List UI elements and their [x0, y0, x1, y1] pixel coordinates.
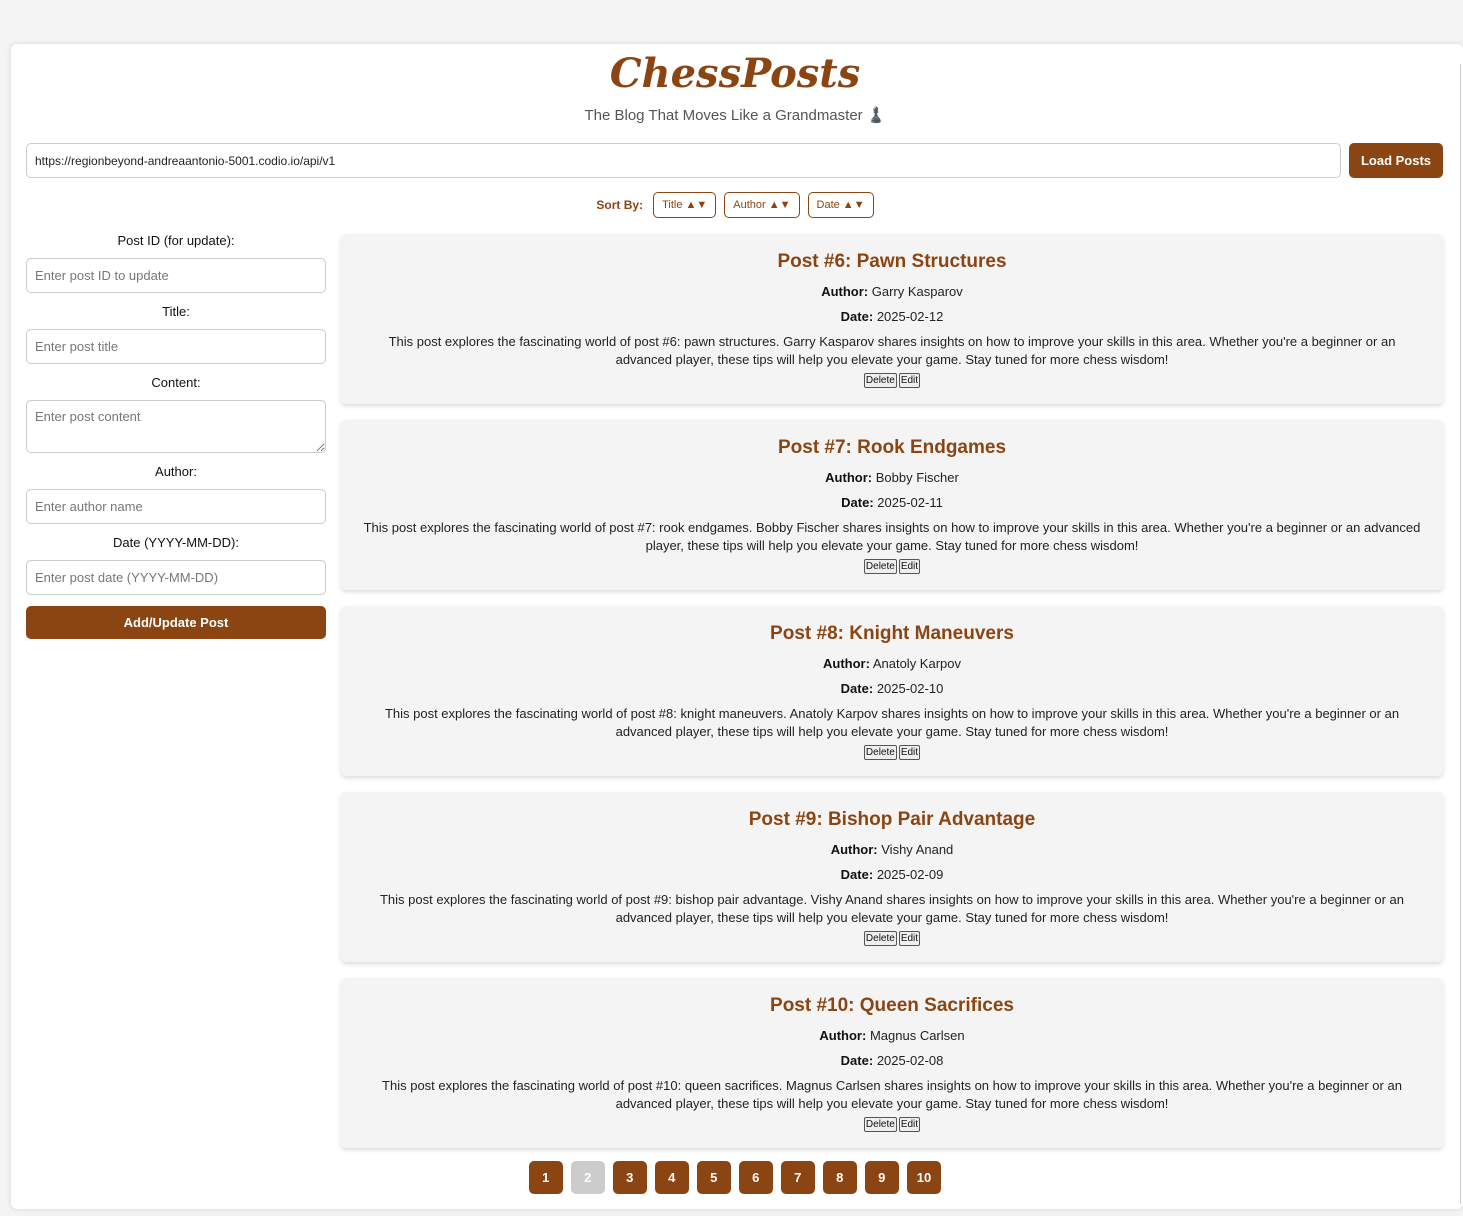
title-label: Title:	[162, 304, 190, 319]
delete-button[interactable]: Delete	[863, 1117, 897, 1132]
author-field-label: Author:	[821, 284, 869, 299]
post-author-value: Bobby Fischer	[875, 470, 959, 485]
post-date: Date: 2025-02-12	[341, 307, 1443, 326]
date-label: Date (YYYY-MM-DD):	[113, 535, 239, 550]
date-field-label: Date:	[841, 495, 874, 510]
author-input[interactable]	[26, 489, 326, 524]
post-date: Date: 2025-02-10	[341, 679, 1443, 698]
author-field-label: Author:	[825, 470, 873, 485]
edit-button[interactable]: Edit	[898, 745, 921, 760]
post-content: This post explores the fascinating world…	[382, 1078, 1402, 1111]
post-card: Post #7: Rook Endgames Author: Bobby Fis…	[341, 420, 1443, 590]
sort-title-button[interactable]: Title ▲▼	[653, 192, 717, 218]
post-author: Author: Bobby Fischer	[341, 468, 1443, 487]
post-form: Post ID (for update): Title: Content: Au…	[26, 232, 326, 639]
post-date: Date: 2025-02-09	[341, 865, 1443, 884]
edit-button[interactable]: Edit	[898, 1117, 921, 1132]
post-author-value: Vishy Anand	[881, 842, 954, 857]
scrollbar-track[interactable]	[1460, 64, 1461, 1204]
post-author-value: Magnus Carlsen	[869, 1028, 965, 1043]
page-button-6[interactable]: 6	[738, 1161, 773, 1194]
post-author-value: Garry Kasparov	[871, 284, 963, 299]
page-button-1[interactable]: 1	[528, 1161, 563, 1194]
date-field-label: Date:	[840, 1053, 874, 1068]
author-field-label: Author:	[830, 842, 878, 857]
post-date-value: 2025-02-08	[876, 1053, 944, 1068]
add-update-post-button[interactable]: Add/Update Post	[26, 606, 326, 639]
page-button-10[interactable]: 10	[906, 1161, 942, 1194]
content-label: Content:	[151, 375, 201, 390]
page-button-3[interactable]: 3	[612, 1161, 647, 1194]
post-actions: Delete Edit	[341, 556, 1443, 574]
edit-button[interactable]: Edit	[898, 931, 921, 946]
date-field-label: Date:	[840, 681, 874, 696]
edit-button[interactable]: Edit	[898, 559, 921, 574]
pagination: 1 2 3 4 5 6 7 8 9 10	[11, 1161, 1459, 1194]
post-date-value: 2025-02-10	[876, 681, 944, 696]
post-actions: Delete Edit	[341, 742, 1443, 760]
page-button-9[interactable]: 9	[864, 1161, 899, 1194]
post-title: Post #6: Pawn Structures	[777, 251, 1007, 272]
post-actions: Delete Edit	[341, 370, 1443, 388]
page-button-2-current[interactable]: 2	[570, 1161, 605, 1194]
post-content: This post explores the fascinating world…	[379, 892, 1405, 925]
sort-bar: Sort By: Title ▲▼ Author ▲▼ Date ▲▼	[11, 192, 1459, 218]
post-date: Date: 2025-02-08	[341, 1051, 1443, 1070]
site-title: ChessPosts	[609, 50, 861, 97]
post-actions: Delete Edit	[341, 928, 1443, 946]
sort-date-button[interactable]: Date ▲▼	[807, 192, 874, 218]
post-content: This post explores the fascinating world…	[363, 520, 1421, 553]
post-list: Post #6: Pawn Structures Author: Garry K…	[341, 234, 1443, 1164]
date-input[interactable]	[26, 560, 326, 595]
post-title: Post #10: Queen Sacrifices	[770, 995, 1014, 1016]
post-date-value: 2025-02-12	[876, 309, 944, 324]
author-label: Author:	[155, 464, 197, 479]
post-id-label: Post ID (for update):	[117, 233, 235, 248]
post-title: Post #7: Rook Endgames	[777, 437, 1007, 458]
site-subtitle: The Blog That Moves Like a Grandmaster ♟…	[584, 107, 886, 124]
delete-button[interactable]: Delete	[863, 745, 897, 760]
date-field-label: Date:	[840, 867, 874, 882]
author-field-label: Author:	[822, 656, 870, 671]
title-input[interactable]	[26, 329, 326, 364]
post-date-value: 2025-02-09	[876, 867, 944, 882]
delete-button[interactable]: Delete	[863, 931, 897, 946]
page-button-7[interactable]: 7	[780, 1161, 815, 1194]
post-content: This post explores the fascinating world…	[384, 706, 1400, 739]
author-field-label: Author:	[819, 1028, 867, 1043]
post-date-value: 2025-02-11	[877, 495, 943, 510]
delete-button[interactable]: Delete	[863, 373, 897, 388]
edit-button[interactable]: Edit	[898, 373, 921, 388]
post-title: Post #9: Bishop Pair Advantage	[748, 809, 1036, 830]
page-button-4[interactable]: 4	[654, 1161, 689, 1194]
post-author: Author: Anatoly Karpov	[341, 654, 1443, 673]
post-card: Post #9: Bishop Pair Advantage Author: V…	[341, 792, 1443, 962]
post-author: Author: Vishy Anand	[341, 840, 1443, 859]
post-author-value: Anatoly Karpov	[872, 656, 961, 671]
content-textarea[interactable]	[26, 400, 326, 453]
sort-label: Sort By:	[596, 198, 644, 212]
post-author: Author: Garry Kasparov	[341, 282, 1443, 301]
load-posts-button[interactable]: Load Posts	[1349, 143, 1443, 178]
page-button-8[interactable]: 8	[822, 1161, 857, 1194]
post-title: Post #8: Knight Maneuvers	[770, 623, 1014, 644]
post-card: Post #8: Knight Maneuvers Author: Anatol…	[341, 606, 1443, 776]
post-id-input[interactable]	[26, 258, 326, 293]
api-url-input[interactable]	[26, 143, 1341, 178]
post-date: Date: 2025-02-11	[341, 493, 1443, 512]
post-content: This post explores the fascinating world…	[388, 334, 1396, 367]
post-actions: Delete Edit	[341, 1114, 1443, 1132]
post-author: Author: Magnus Carlsen	[341, 1026, 1443, 1045]
page-button-5[interactable]: 5	[696, 1161, 731, 1194]
sort-author-button[interactable]: Author ▲▼	[724, 192, 800, 218]
main-container: ChessPosts The Blog That Moves Like a Gr…	[11, 44, 1463, 1209]
date-field-label: Date:	[840, 309, 874, 324]
delete-button[interactable]: Delete	[863, 559, 897, 574]
post-card: Post #6: Pawn Structures Author: Garry K…	[341, 234, 1443, 404]
post-card: Post #10: Queen Sacrifices Author: Magnu…	[341, 978, 1443, 1148]
